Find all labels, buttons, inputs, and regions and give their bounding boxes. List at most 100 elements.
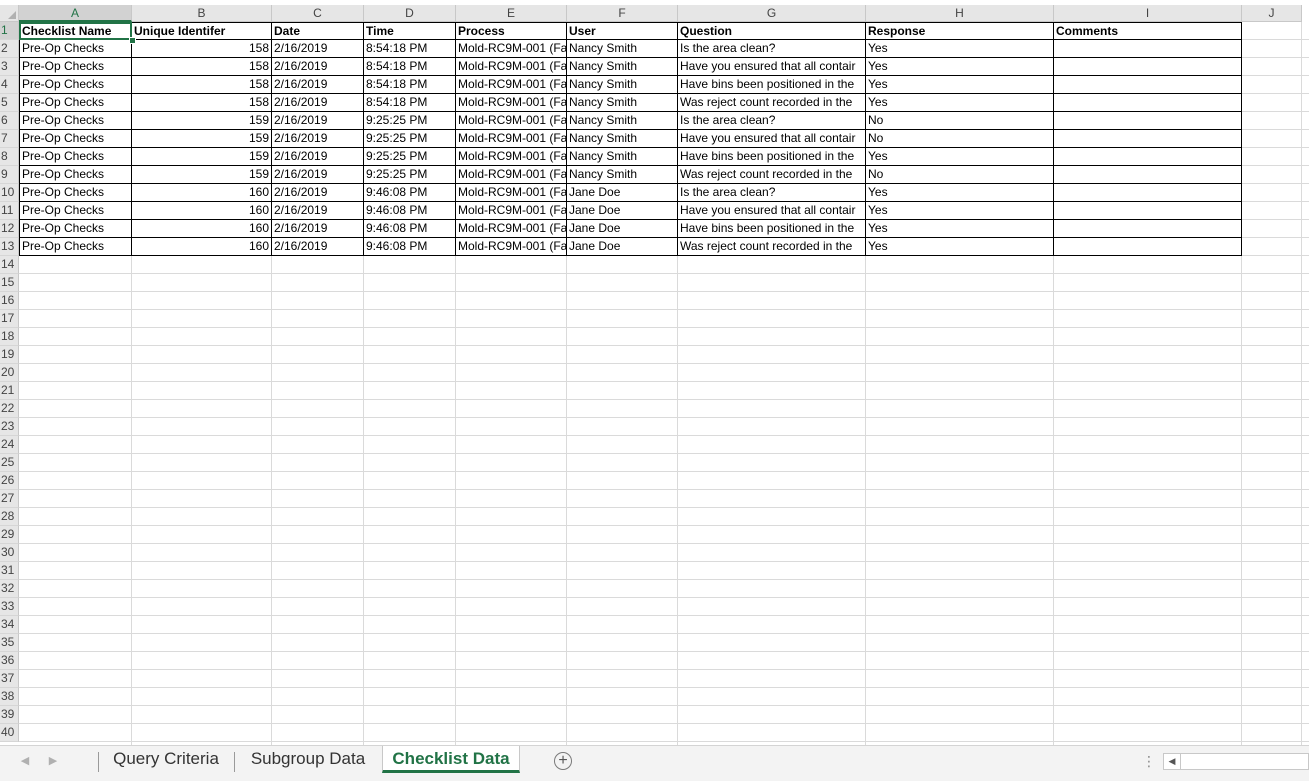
header-cell[interactable]: Unique Identifer [132, 22, 272, 40]
table-cell[interactable] [1054, 94, 1242, 112]
table-cell[interactable]: Was reject count recorded in the [678, 238, 866, 256]
tab-subgroup-data[interactable]: Subgroup Data [240, 746, 376, 773]
header-cell[interactable]: User [567, 22, 678, 40]
table-cell[interactable]: Pre-Op Checks [19, 202, 132, 220]
table-cell[interactable]: Yes [866, 94, 1054, 112]
header-cell[interactable]: Checklist Name [19, 22, 132, 40]
table-cell[interactable]: Mold-RC9M-001 (Fa [456, 94, 567, 112]
table-cell[interactable]: Mold-RC9M-001 (Fa [456, 220, 567, 238]
table-cell[interactable] [1054, 148, 1242, 166]
column-header-i[interactable]: I [1054, 5, 1242, 22]
table-cell[interactable]: Yes [866, 148, 1054, 166]
row-header-4[interactable]: 4 [0, 76, 19, 94]
row-header-22[interactable]: 22 [0, 400, 19, 418]
column-header-c[interactable]: C [272, 5, 364, 22]
row-header-13[interactable]: 13 [0, 238, 19, 256]
table-cell[interactable]: Is the area clean? [678, 40, 866, 58]
table-cell[interactable]: Pre-Op Checks [19, 238, 132, 256]
table-cell[interactable]: 158 [132, 94, 272, 112]
column-header-d[interactable]: D [364, 5, 456, 22]
row-header-25[interactable]: 25 [0, 454, 19, 472]
table-cell[interactable]: Nancy Smith [567, 58, 678, 76]
table-cell[interactable]: 160 [132, 238, 272, 256]
row-header-39[interactable]: 39 [0, 706, 19, 724]
table-cell[interactable]: Pre-Op Checks [19, 76, 132, 94]
row-header-18[interactable]: 18 [0, 328, 19, 346]
row-header-21[interactable]: 21 [0, 382, 19, 400]
table-cell[interactable]: Pre-Op Checks [19, 184, 132, 202]
row-header-12[interactable]: 12 [0, 220, 19, 238]
row-header-33[interactable]: 33 [0, 598, 19, 616]
table-cell[interactable] [1054, 220, 1242, 238]
column-header-g[interactable]: G [678, 5, 866, 22]
table-cell[interactable] [1054, 58, 1242, 76]
row-header-10[interactable]: 10 [0, 184, 19, 202]
table-cell[interactable]: 9:25:25 PM [364, 112, 456, 130]
table-cell[interactable]: 2/16/2019 [272, 40, 364, 58]
table-cell[interactable]: 9:46:08 PM [364, 202, 456, 220]
row-header-29[interactable]: 29 [0, 526, 19, 544]
header-cell[interactable]: Comments [1054, 22, 1242, 40]
table-cell[interactable]: 159 [132, 112, 272, 130]
table-cell[interactable]: 2/16/2019 [272, 94, 364, 112]
row-header-2[interactable]: 2 [0, 40, 19, 58]
table-cell[interactable]: 8:54:18 PM [364, 76, 456, 94]
table-cell[interactable]: 159 [132, 148, 272, 166]
chevron-left-icon[interactable]: ◀ [17, 752, 33, 770]
row-header-36[interactable]: 36 [0, 652, 19, 670]
row-header-26[interactable]: 26 [0, 472, 19, 490]
table-cell[interactable]: 2/16/2019 [272, 166, 364, 184]
table-cell[interactable] [1054, 184, 1242, 202]
table-cell[interactable]: 2/16/2019 [272, 184, 364, 202]
row-header-9[interactable]: 9 [0, 166, 19, 184]
row-header-32[interactable]: 32 [0, 580, 19, 598]
column-header-a[interactable]: A [19, 5, 132, 22]
row-header-24[interactable]: 24 [0, 436, 19, 454]
row-header-14[interactable]: 14 [0, 256, 19, 274]
table-cell[interactable]: Mold-RC9M-001 (Fa [456, 112, 567, 130]
table-cell[interactable]: Pre-Op Checks [19, 112, 132, 130]
row-header-5[interactable]: 5 [0, 94, 19, 112]
table-cell[interactable]: Nancy Smith [567, 76, 678, 94]
table-cell[interactable]: Yes [866, 202, 1054, 220]
table-cell[interactable]: 159 [132, 130, 272, 148]
table-cell[interactable]: Jane Doe [567, 184, 678, 202]
row-header-19[interactable]: 19 [0, 346, 19, 364]
table-cell[interactable]: Mold-RC9M-001 (Fa [456, 58, 567, 76]
column-header-j[interactable]: J [1242, 5, 1302, 22]
header-cell[interactable]: Question [678, 22, 866, 40]
table-cell[interactable]: Mold-RC9M-001 (Fa [456, 166, 567, 184]
row-header-8[interactable]: 8 [0, 148, 19, 166]
table-cell[interactable]: 8:54:18 PM [364, 94, 456, 112]
table-cell[interactable]: Yes [866, 40, 1054, 58]
table-cell[interactable]: Yes [866, 58, 1054, 76]
table-cell[interactable]: Pre-Op Checks [19, 130, 132, 148]
fill-handle[interactable] [129, 37, 136, 44]
table-cell[interactable]: Is the area clean? [678, 112, 866, 130]
table-cell[interactable] [1054, 166, 1242, 184]
table-cell[interactable]: 2/16/2019 [272, 58, 364, 76]
table-cell[interactable]: Mold-RC9M-001 (Fa [456, 184, 567, 202]
row-header-3[interactable]: 3 [0, 58, 19, 76]
table-cell[interactable]: Mold-RC9M-001 (Fa [456, 148, 567, 166]
row-header-30[interactable]: 30 [0, 544, 19, 562]
table-cell[interactable]: Nancy Smith [567, 148, 678, 166]
table-cell[interactable] [1054, 238, 1242, 256]
table-cell[interactable]: 160 [132, 202, 272, 220]
table-cell[interactable]: Mold-RC9M-001 (Fa [456, 202, 567, 220]
table-cell[interactable]: Have bins been positioned in the [678, 148, 866, 166]
vertical-dots-icon[interactable]: ⋮ [1142, 752, 1156, 770]
header-cell[interactable]: Response [866, 22, 1054, 40]
table-cell[interactable]: 2/16/2019 [272, 130, 364, 148]
table-cell[interactable]: No [866, 166, 1054, 184]
column-header-f[interactable]: F [567, 5, 678, 22]
table-cell[interactable]: Have you ensured that all contair [678, 58, 866, 76]
table-cell[interactable]: Pre-Op Checks [19, 58, 132, 76]
worksheet[interactable]: ABCDEFGHIJ 1 2 3 4 5 6 7 8 9 10 11 12 13 14 15 16 17 18 19… [0, 0, 1309, 745]
table-cell[interactable]: Mold-RC9M-001 (Fa [456, 130, 567, 148]
table-cell[interactable]: Have you ensured that all contair [678, 202, 866, 220]
column-header-e[interactable]: E [456, 5, 567, 22]
table-cell[interactable] [1054, 40, 1242, 58]
row-header-15[interactable]: 15 [0, 274, 19, 292]
table-cell[interactable]: 160 [132, 220, 272, 238]
